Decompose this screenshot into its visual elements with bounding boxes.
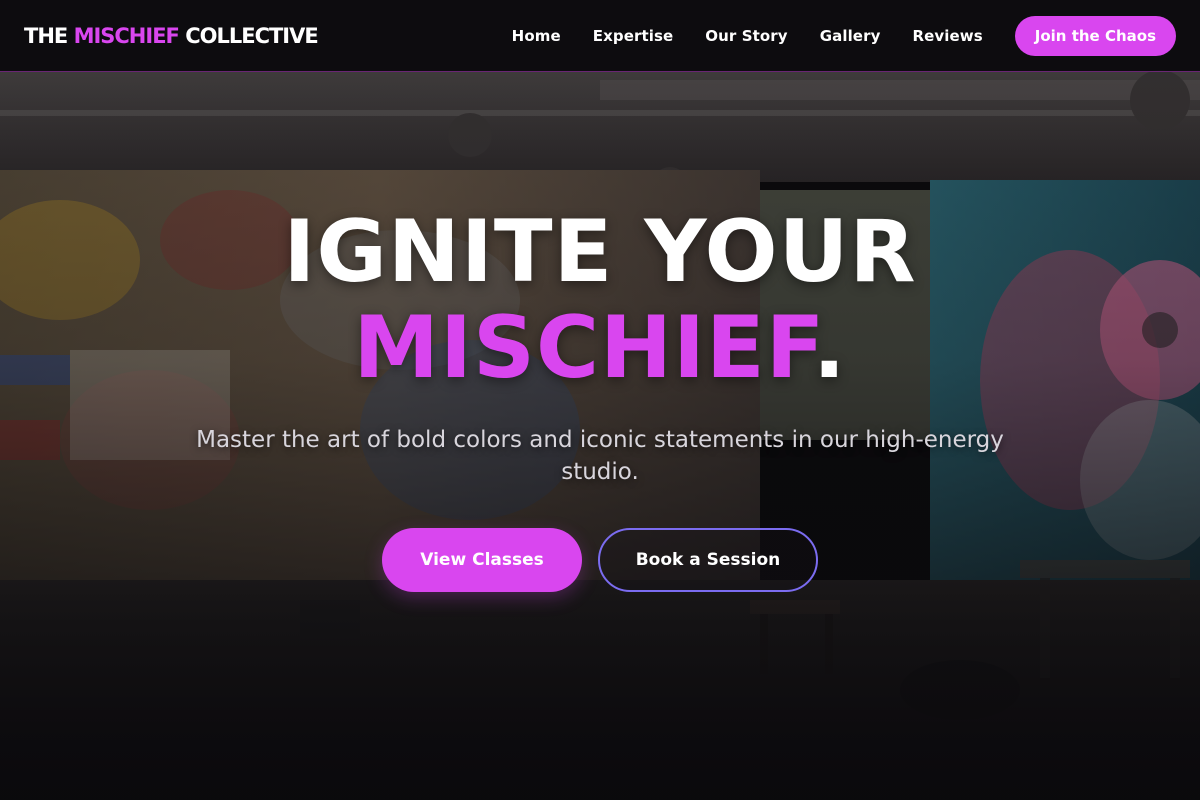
nav-our-story-link[interactable]: Our Story	[705, 27, 787, 45]
nav-gallery-link[interactable]: Gallery	[820, 27, 881, 45]
brand-logo[interactable]: THE MISCHIEF COLLECTIVE	[24, 23, 319, 48]
hero-section: IGNITE YOUR MISCHIEF. Master the art of …	[0, 72, 1200, 800]
hero-title-period: .	[812, 298, 847, 398]
main-nav: Home Expertise Our Story Gallery Reviews…	[512, 15, 1176, 56]
join-the-chaos-button[interactable]: Join the Chaos	[1014, 15, 1176, 56]
nav-reviews-link[interactable]: Reviews	[912, 27, 982, 45]
logo-prefix: THE	[24, 23, 74, 48]
view-classes-button[interactable]: View Classes	[382, 528, 582, 592]
logo-accent: MISCHIEF	[73, 23, 180, 48]
nav-home-link[interactable]: Home	[512, 27, 561, 45]
logo-suffix: COLLECTIVE	[178, 23, 319, 48]
hero-title-line-2: MISCHIEF.	[0, 300, 1200, 396]
hero-subtitle: Master the art of bold colors and iconic…	[196, 427, 1004, 485]
book-a-session-button[interactable]: Book a Session	[598, 528, 818, 592]
hero-title-line-1: IGNITE YOUR	[283, 202, 917, 302]
hero-title-accent: MISCHIEF	[353, 298, 813, 398]
landing-page: THE MISCHIEF COLLECTIVE Home Expertise O…	[0, 0, 1200, 800]
hero-actions: View Classes Book a Session	[0, 528, 1200, 592]
hero-title: IGNITE YOUR MISCHIEF.	[0, 204, 1200, 396]
site-header: THE MISCHIEF COLLECTIVE Home Expertise O…	[0, 0, 1200, 72]
nav-expertise-link[interactable]: Expertise	[593, 27, 674, 45]
